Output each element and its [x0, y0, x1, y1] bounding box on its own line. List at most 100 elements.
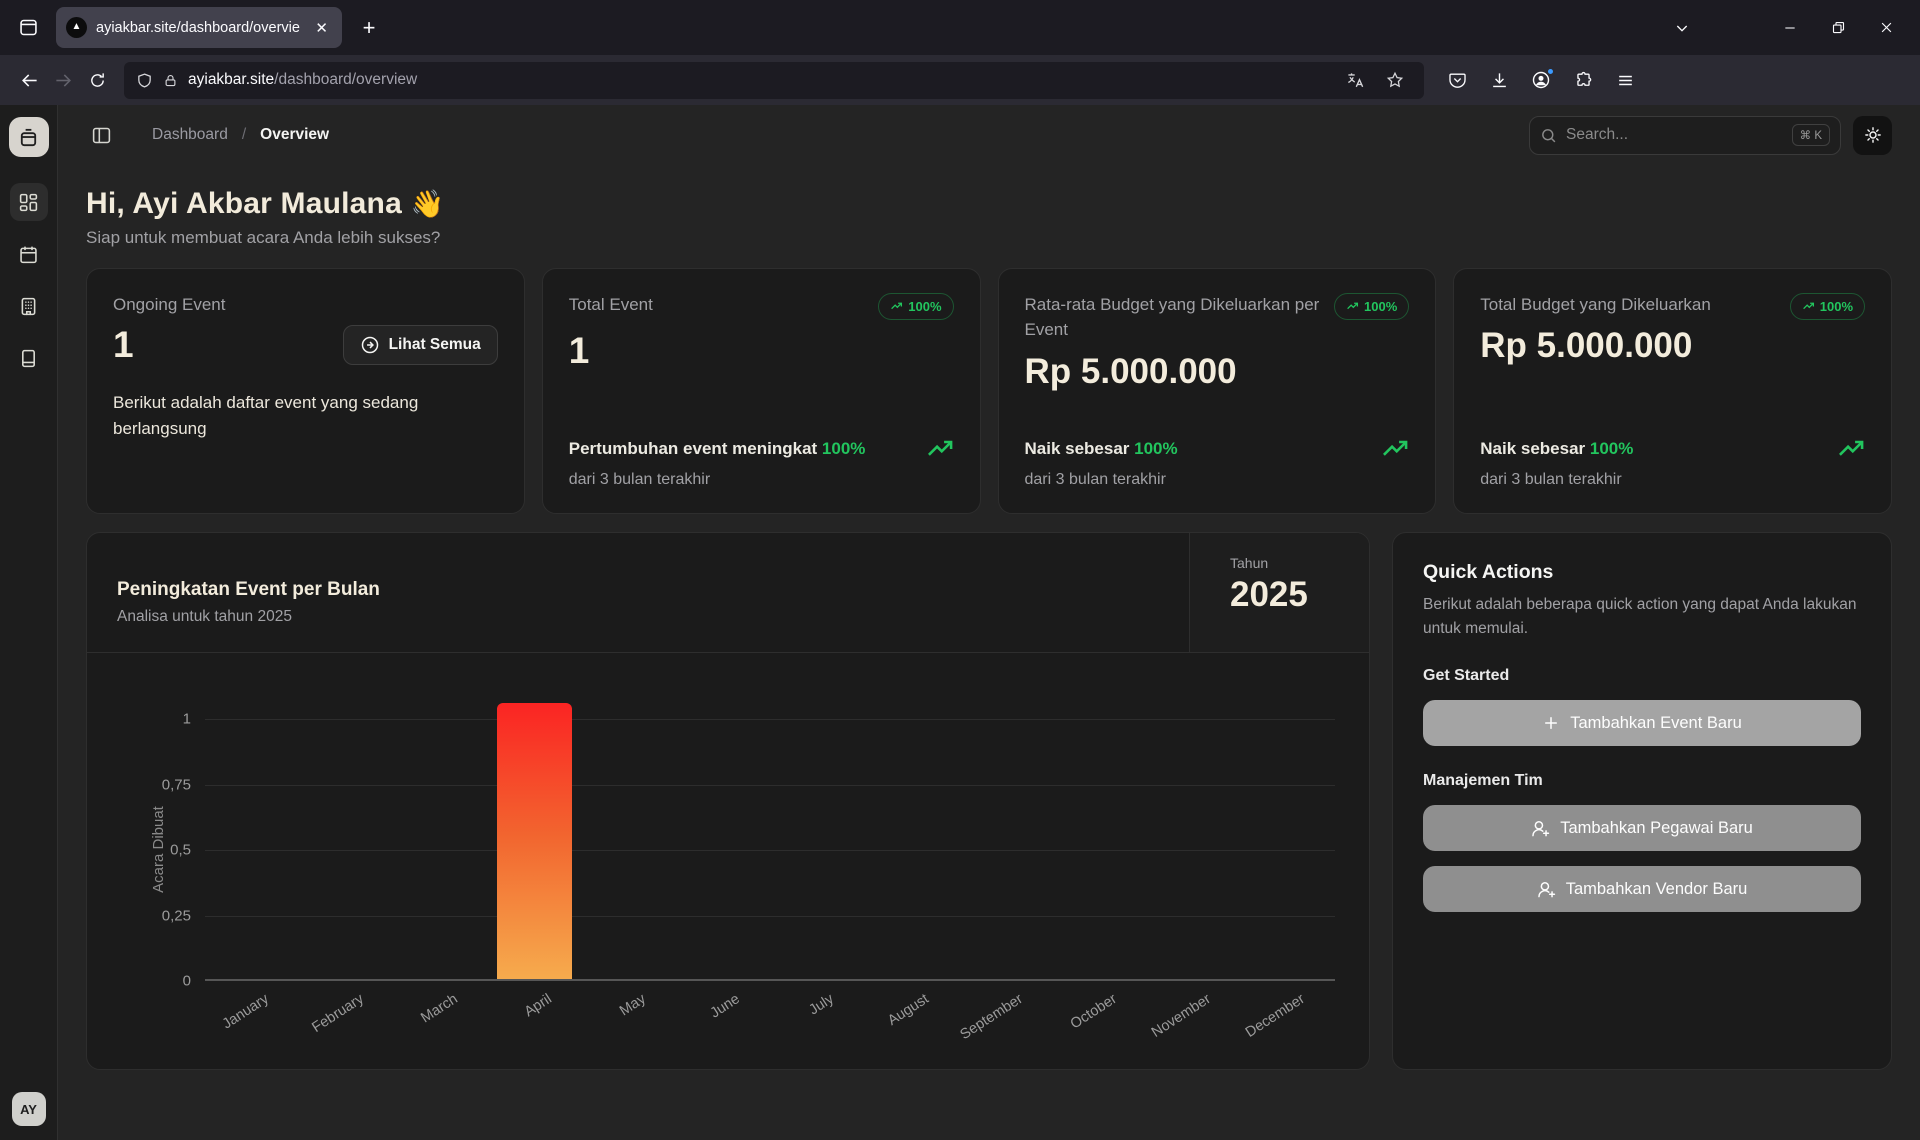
stat-label: Total Budget yang Dikeluarkan	[1480, 293, 1711, 318]
window-close-button[interactable]	[1862, 8, 1910, 48]
stat-label: Total Event	[569, 293, 653, 318]
chart-y-tick: 0,75	[162, 776, 191, 793]
team-management-heading: Manajemen Tim	[1423, 772, 1861, 790]
theme-toggle-button[interactable]	[1853, 116, 1892, 155]
downloads-icon[interactable]	[1482, 63, 1516, 97]
chart-x-tick: February	[309, 991, 366, 1036]
chart-gridline	[205, 916, 1335, 917]
breadcrumb-dashboard[interactable]: Dashboard	[152, 126, 228, 144]
translate-icon[interactable]	[1338, 63, 1372, 97]
year-label: Tahun	[1230, 555, 1369, 571]
trend-up-icon	[1837, 435, 1865, 463]
browser-tab[interactable]: ▲ ayiakbar.site/dashboard/overvie ✕	[56, 7, 342, 48]
list-tabs-chevron-icon[interactable]	[1658, 8, 1706, 48]
sidebar-toggle-icon[interactable]	[86, 120, 116, 150]
quick-actions-title: Quick Actions	[1423, 561, 1861, 584]
app-logo[interactable]	[9, 117, 49, 157]
user-avatar[interactable]: AY	[12, 1092, 46, 1126]
trend-up-icon	[926, 435, 954, 463]
stat-card-ongoing-event: Ongoing Event 1 Lihat Semua Berikut adal…	[86, 268, 525, 514]
see-all-button[interactable]: Lihat Semua	[343, 325, 498, 365]
add-employee-button[interactable]: Tambahkan Pegawai Baru	[1423, 805, 1861, 851]
site-favicon: ▲	[66, 17, 87, 38]
stat-value: 1	[569, 330, 954, 372]
chart-y-tick: 1	[183, 711, 191, 728]
year-value: 2025	[1230, 575, 1369, 615]
account-icon[interactable]	[1524, 63, 1558, 97]
page-subtitle: Siap untuk membuat acara Anda lebih suks…	[86, 228, 1892, 248]
chart-y-tick: 0,25	[162, 907, 191, 924]
add-event-button[interactable]: Tambahkan Event Baru	[1423, 700, 1861, 746]
sidebar-item-dashboard[interactable]	[10, 183, 48, 221]
sidebar-item-vendors[interactable]	[10, 287, 48, 325]
url-path: /dashboard/overview	[274, 71, 417, 88]
window-restore-button[interactable]	[1814, 8, 1862, 48]
growth-badge: 100%	[1790, 293, 1865, 320]
user-plus-icon	[1537, 880, 1556, 899]
chart-x-tick: October	[1068, 991, 1120, 1033]
chart-y-tick: 0	[183, 973, 191, 990]
sidebar-item-calendar[interactable]	[10, 235, 48, 273]
reload-icon[interactable]	[80, 63, 114, 97]
breadcrumb: Dashboard / Overview	[152, 126, 329, 144]
app-sidebar: AY	[0, 105, 58, 1140]
url-text[interactable]: ayiakbar.site/dashboard/overview	[188, 71, 1328, 89]
chart-x-tick: January	[220, 991, 272, 1033]
stat-value: Rp 5.000.000	[1025, 352, 1410, 392]
chart-x-tick: December	[1243, 991, 1308, 1041]
bookmark-star-icon[interactable]	[1378, 63, 1412, 97]
chart-bar-april[interactable]	[497, 703, 571, 979]
window-minimize-button[interactable]	[1766, 8, 1814, 48]
chart-x-tick: November	[1149, 991, 1214, 1041]
trend-up-icon	[890, 300, 903, 313]
new-tab-button[interactable]: +	[352, 11, 386, 45]
user-plus-icon	[1531, 819, 1550, 838]
forward-icon[interactable]	[46, 63, 80, 97]
chart-x-tick: May	[617, 991, 649, 1019]
url-bar[interactable]: ayiakbar.site/dashboard/overview	[124, 62, 1424, 99]
stat-value: 1	[113, 324, 134, 366]
stat-card-total-budget: Total Budget yang Dikeluarkan 100% Rp 5.…	[1453, 268, 1892, 514]
sidebar-item-notes[interactable]	[10, 339, 48, 377]
tab-title: ayiakbar.site/dashboard/overvie	[96, 20, 302, 36]
chart-x-tick: July	[807, 991, 837, 1018]
chart-title: Peningkatan Event per Bulan	[117, 579, 1159, 601]
chart-subtitle: Analisa untuk tahun 2025	[117, 608, 1159, 626]
chart-x-tick: April	[522, 991, 555, 1020]
chart-x-tick: August	[885, 991, 932, 1029]
app-header: Dashboard / Overview ⌘ K	[58, 105, 1920, 165]
stat-card-total-event: Total Event 100% 1 Pertumbuhan event men…	[542, 268, 981, 514]
browser-titlebar: ▲ ayiakbar.site/dashboard/overvie ✕ +	[0, 0, 1920, 55]
growth-text: Naik sebesar 100%	[1025, 439, 1178, 459]
plus-icon	[1542, 714, 1560, 732]
search-input[interactable]	[1566, 126, 1783, 144]
chart-x-tick: June	[708, 991, 743, 1022]
trend-up-icon	[1346, 300, 1359, 313]
growth-subtext: dari 3 bulan terakhir	[1025, 471, 1410, 489]
add-vendor-button[interactable]: Tambahkan Vendor Baru	[1423, 866, 1861, 912]
get-started-heading: Get Started	[1423, 667, 1861, 685]
chart-gridline	[205, 719, 1335, 720]
pocket-icon[interactable]	[1440, 63, 1474, 97]
search-box[interactable]: ⌘ K	[1529, 116, 1841, 155]
back-icon[interactable]	[12, 63, 46, 97]
growth-text: Naik sebesar 100%	[1480, 439, 1633, 459]
lock-icon[interactable]	[163, 73, 178, 88]
search-shortcut-badge: ⌘ K	[1792, 124, 1830, 146]
breadcrumb-separator: /	[242, 126, 246, 144]
menu-hamburger-icon[interactable]	[1608, 63, 1642, 97]
shield-icon[interactable]	[136, 72, 153, 89]
firefox-view-icon[interactable]	[10, 10, 46, 46]
year-selector[interactable]: Tahun 2025	[1189, 533, 1369, 652]
bar-chart: Acara Dibuat 00,250,50,751JanuaryFebruar…	[87, 653, 1369, 1049]
chart-gridline	[205, 785, 1335, 786]
page-title: Hi, Ayi Akbar Maulana 👋	[86, 187, 1892, 221]
stat-card-average-budget: Rata-rata Budget yang Dikeluarkan per Ev…	[998, 268, 1437, 514]
extensions-puzzle-icon[interactable]	[1566, 63, 1600, 97]
quick-actions-card: Quick Actions Berikut adalah beberapa qu…	[1392, 532, 1892, 1070]
stat-label: Rata-rata Budget yang Dikeluarkan per Ev…	[1025, 293, 1325, 342]
tab-close-icon[interactable]: ✕	[311, 17, 332, 39]
arrow-right-circle-icon	[360, 335, 380, 355]
stat-value: Rp 5.000.000	[1480, 326, 1865, 366]
trend-up-icon	[1802, 300, 1815, 313]
